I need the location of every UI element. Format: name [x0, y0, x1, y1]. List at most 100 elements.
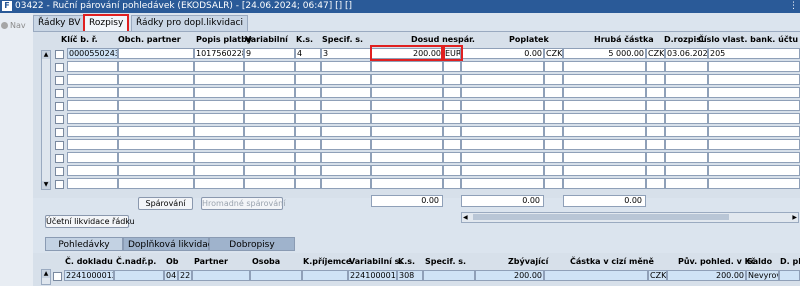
grid-cell[interactable] — [544, 152, 563, 163]
grid-cell[interactable] — [321, 61, 371, 72]
grid-cell[interactable] — [708, 139, 800, 150]
scroll-up-icon[interactable]: ▲ — [42, 51, 50, 59]
grid-cell[interactable] — [443, 178, 461, 189]
grid-cell[interactable] — [67, 165, 118, 176]
grid-cell[interactable] — [461, 178, 544, 189]
grid-cell[interactable] — [544, 61, 563, 72]
grid-cell[interactable] — [708, 178, 800, 189]
grid-cell[interactable] — [244, 87, 295, 98]
grid-cell[interactable] — [443, 165, 461, 176]
cell-specif[interactable]: 3 — [321, 48, 371, 59]
grid-cell[interactable] — [461, 165, 544, 176]
cell-saldo[interactable]: Nevyrov — [746, 270, 779, 281]
grid-cell[interactable] — [321, 74, 371, 85]
grid-cell[interactable] — [118, 126, 194, 137]
grid-cell[interactable] — [321, 113, 371, 124]
grid-cell[interactable] — [563, 100, 646, 111]
grid-cell[interactable] — [544, 178, 563, 189]
grid-cell[interactable] — [563, 165, 646, 176]
grid-cell[interactable] — [708, 61, 800, 72]
grid-cell[interactable] — [461, 100, 544, 111]
grid-cell[interactable] — [646, 61, 665, 72]
grid-cell[interactable] — [295, 126, 321, 137]
row-checkbox[interactable] — [55, 89, 64, 98]
grid-vertical-scrollbar[interactable]: ▲ ▼ — [41, 50, 51, 190]
grid-cell[interactable] — [665, 152, 708, 163]
grid-cell[interactable] — [244, 100, 295, 111]
cell-ob[interactable]: 04 — [164, 270, 178, 281]
grid-cell[interactable] — [118, 87, 194, 98]
row-checkbox[interactable] — [55, 128, 64, 137]
grid-cell[interactable] — [118, 152, 194, 163]
grid-cell[interactable] — [646, 139, 665, 150]
grid-cell[interactable] — [118, 165, 194, 176]
grid-cell[interactable] — [371, 74, 443, 85]
grid-cell[interactable] — [244, 178, 295, 189]
grid-cell[interactable] — [708, 100, 800, 111]
grid-cell[interactable] — [244, 61, 295, 72]
cell-poplatek-mena[interactable]: CZK — [544, 48, 563, 59]
grid-cell[interactable] — [461, 152, 544, 163]
cell-klic[interactable]: 0000550243 — [67, 48, 118, 59]
grid-cell[interactable] — [708, 165, 800, 176]
scroll-right-icon[interactable]: ▶ — [792, 213, 797, 222]
cell-obch-partner[interactable] — [118, 48, 194, 59]
grid-cell[interactable] — [646, 100, 665, 111]
grid-cell[interactable] — [321, 139, 371, 150]
grid-cell[interactable] — [321, 178, 371, 189]
grid-cell[interactable] — [371, 165, 443, 176]
cell-variabilni-s[interactable]: 2241000012 — [348, 270, 397, 281]
grid-cell[interactable] — [563, 139, 646, 150]
grid-cell[interactable] — [67, 178, 118, 189]
grid-cell[interactable] — [118, 100, 194, 111]
grid-cell[interactable] — [194, 74, 244, 85]
grid-cell[interactable] — [646, 152, 665, 163]
cell-variabilni[interactable]: 9 — [244, 48, 295, 59]
cell-c-dokladu[interactable]: 2241000013 — [64, 270, 114, 281]
tab-pohledavky[interactable]: Pohledávky — [45, 237, 123, 251]
grid-cell[interactable] — [563, 113, 646, 124]
grid-cell[interactable] — [461, 126, 544, 137]
grid-cell[interactable] — [321, 87, 371, 98]
grid-cell[interactable] — [194, 61, 244, 72]
cell-d-pl[interactable] — [779, 270, 800, 281]
grid-cell[interactable] — [295, 61, 321, 72]
grid-cell[interactable] — [443, 152, 461, 163]
grid-cell[interactable] — [118, 113, 194, 124]
grid-cell[interactable] — [67, 152, 118, 163]
grid-cell[interactable] — [67, 113, 118, 124]
cell-popis-platby[interactable]: 1017560228/0 — [194, 48, 244, 59]
cell-ks[interactable]: 308 — [397, 270, 423, 281]
grid-cell[interactable] — [646, 113, 665, 124]
grid-cell[interactable] — [708, 87, 800, 98]
grid-cell[interactable] — [646, 87, 665, 98]
grid-cell[interactable] — [244, 165, 295, 176]
grid-cell[interactable] — [194, 139, 244, 150]
row-checkbox[interactable] — [55, 180, 64, 189]
grid-cell[interactable] — [295, 165, 321, 176]
grid-cell[interactable] — [665, 113, 708, 124]
grid-cell[interactable] — [244, 113, 295, 124]
grid-cell[interactable] — [118, 74, 194, 85]
scroll-up-icon[interactable]: ▲ — [42, 270, 50, 278]
grid-cell[interactable] — [371, 152, 443, 163]
grid-cell[interactable] — [371, 87, 443, 98]
grid-cell[interactable] — [443, 100, 461, 111]
grid-cell[interactable] — [321, 165, 371, 176]
cell-puv-pohled[interactable]: 200.00 — [667, 270, 746, 281]
grid-cell[interactable] — [563, 87, 646, 98]
cell-ob2[interactable]: 22 — [178, 270, 192, 281]
grid-cell[interactable] — [67, 100, 118, 111]
grid-cell[interactable] — [194, 126, 244, 137]
grid-cell[interactable] — [194, 100, 244, 111]
grid-cell[interactable] — [194, 165, 244, 176]
nav-button[interactable]: Nav — [1, 21, 26, 30]
cell-specif-s[interactable] — [423, 270, 475, 281]
grid-cell[interactable] — [371, 139, 443, 150]
grid-cell[interactable] — [461, 61, 544, 72]
row-checkbox[interactable] — [55, 115, 64, 124]
grid-cell[interactable] — [461, 74, 544, 85]
grid-cell[interactable] — [646, 165, 665, 176]
grid-cell[interactable] — [708, 126, 800, 137]
grid-cell[interactable] — [563, 152, 646, 163]
